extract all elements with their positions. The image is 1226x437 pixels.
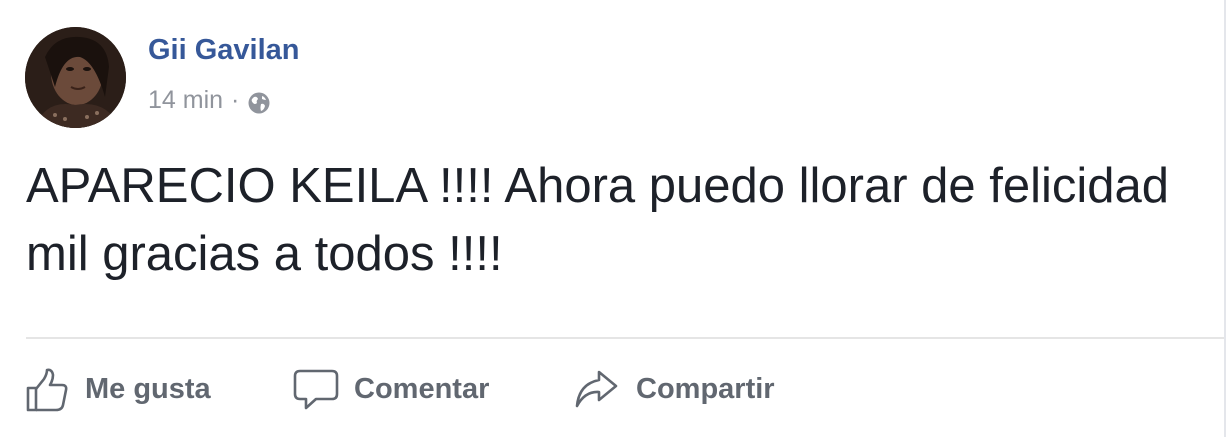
comment-bubble-icon (292, 366, 340, 412)
post-meta: 14 min · (148, 86, 271, 115)
like-button[interactable]: Me gusta (24, 360, 211, 418)
comment-button[interactable]: Comentar (292, 360, 489, 418)
share-arrow-icon (573, 366, 619, 412)
comment-label: Comentar (354, 372, 490, 405)
like-label: Me gusta (85, 372, 211, 405)
timestamp[interactable]: 14 min (148, 86, 223, 115)
share-button[interactable]: Compartir (573, 360, 775, 418)
avatar-photo (25, 27, 126, 128)
divider (26, 337, 1224, 339)
action-bar: Me gusta Comentar Compartir (0, 360, 1226, 420)
globe-icon[interactable] (247, 91, 271, 115)
post-text: APARECIO KEILA !!!! Ahora puedo llorar d… (26, 159, 1170, 281)
share-label: Compartir (636, 372, 775, 405)
facebook-post: Gii Gavilan 14 min · APARECIO KEILA !!!!… (0, 0, 1226, 437)
avatar[interactable] (25, 27, 126, 128)
thumbs-up-icon (24, 366, 70, 412)
meta-separator: · (231, 86, 240, 114)
author-name[interactable]: Gii Gavilan (148, 34, 300, 67)
